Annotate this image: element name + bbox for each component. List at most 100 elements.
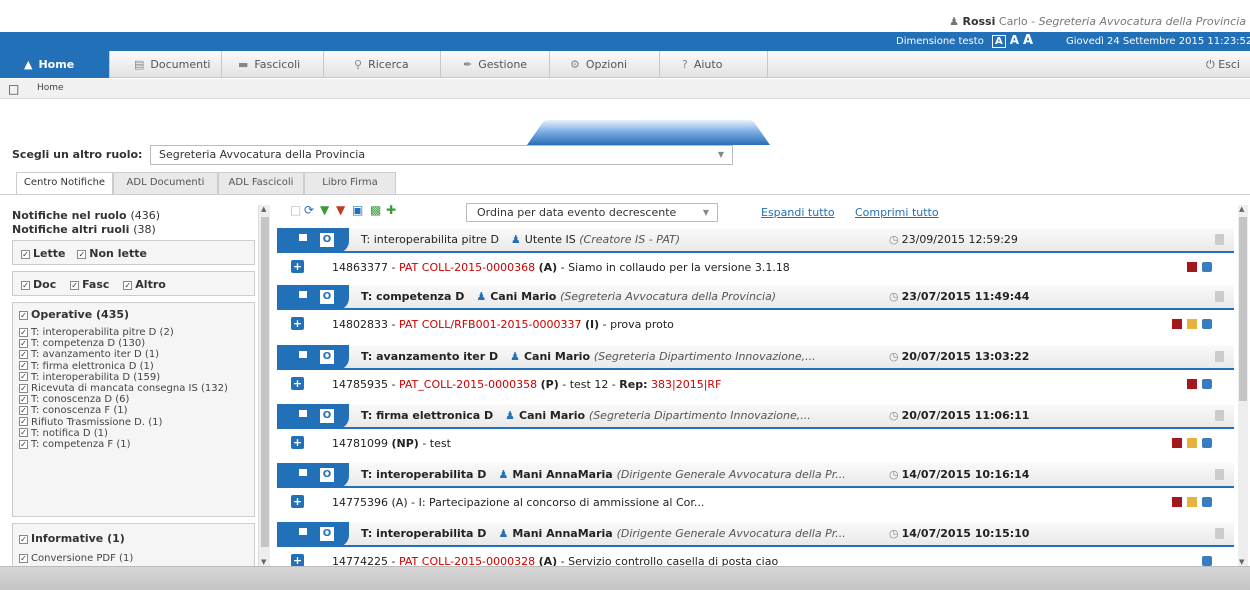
tab-libro-firma[interactable]: Libro Firma — [304, 172, 396, 194]
menu-item-home[interactable]: ▲ Home — [0, 51, 110, 78]
scroll-up-icon[interactable]: ▲ — [1239, 205, 1244, 213]
operative-item[interactable]: ✓ T: conoscenza F (1) — [19, 405, 249, 416]
informative-item[interactable]: ✓ Conversione PDF (1) — [19, 553, 249, 564]
operative-item[interactable]: ✓ T: competenza F (1) — [19, 439, 249, 450]
export-excel-icon[interactable]: ▩ — [370, 203, 384, 217]
select-checkbox[interactable] — [299, 528, 307, 535]
operative-item-checkbox[interactable]: ✓ — [19, 327, 28, 337]
delete-notifications-icon[interactable]: ▣ — [352, 203, 366, 217]
operative-item-checkbox[interactable]: ✓ — [19, 349, 28, 359]
notification-header[interactable]: O T: interoperabilita D ♟ Mani AnnaMaria (… — [277, 522, 1234, 547]
tab-adl-documenti[interactable]: ADL Documenti — [113, 172, 218, 194]
notification-header[interactable]: O T: competenza D ♟ Cani Mario (Segreteria… — [277, 285, 1234, 310]
menu-item-documenti[interactable]: ▤ Documenti — [110, 51, 222, 78]
document-red-icon[interactable] — [1172, 319, 1182, 329]
operative-item[interactable]: ✓ T: avanzamento iter D (1) — [19, 349, 249, 360]
view-document-icon[interactable] — [1202, 556, 1212, 566]
document-yellow-icon[interactable] — [1187, 497, 1197, 507]
document-red-icon[interactable] — [1187, 379, 1197, 389]
scrollbar-thumb[interactable] — [1239, 217, 1247, 401]
operative-item[interactable]: ✓ Rifiuto Trasmissione D. (1) — [19, 417, 249, 428]
operative-item-checkbox[interactable]: ✓ — [19, 361, 28, 371]
informative-checkbox[interactable]: ✓ — [19, 534, 28, 544]
tab-adl-fascicoli[interactable]: ADL Fascicoli — [218, 172, 304, 194]
trash-icon[interactable] — [1215, 528, 1224, 539]
trash-icon[interactable] — [1215, 291, 1224, 302]
other-roles-notifications-count[interactable]: Notifiche altri ruoli (38) — [12, 223, 156, 236]
altro-checkbox[interactable]: ✓ — [123, 280, 133, 290]
operative-item-checkbox[interactable]: ✓ — [19, 394, 28, 404]
text-size-small[interactable]: A — [992, 35, 1006, 48]
view-document-icon[interactable] — [1202, 319, 1212, 329]
select-all-icon[interactable]: □ — [290, 203, 304, 217]
select-checkbox[interactable] — [299, 351, 307, 358]
scroll-up-icon[interactable]: ▲ — [261, 205, 266, 213]
collapse-all-link[interactable]: Comprimi tutto — [855, 206, 939, 219]
operative-checkbox[interactable]: ✓ — [19, 310, 28, 320]
collapse-panel-tab[interactable] — [527, 120, 770, 145]
document-red-icon[interactable] — [1172, 497, 1182, 507]
notification-header[interactable]: O T: interoperabilita D ♟ Mani AnnaMaria (… — [277, 463, 1234, 488]
notification-header[interactable]: O T: firma elettronica D ♟ Cani Mario (Seg… — [277, 404, 1234, 429]
operative-item[interactable]: ✓ T: conoscenza D (6) — [19, 394, 249, 405]
menu-item-opzioni[interactable]: ⚙ Opzioni — [550, 51, 660, 78]
read-checkbox[interactable]: ✓ — [21, 249, 30, 259]
home-breadcrumb-icon[interactable]: □ — [8, 82, 19, 96]
document-red-icon[interactable] — [1172, 438, 1182, 448]
operative-item-checkbox[interactable]: ✓ — [19, 439, 28, 449]
operative-item[interactable]: ✓ T: firma elettronica D (1) — [19, 361, 249, 372]
notification-header[interactable]: O T: avanzamento iter D ♟ Cani Mario (Segr… — [277, 345, 1234, 370]
notification-row[interactable]: + 14781099 (NP) - test — [277, 431, 1234, 455]
operative-item[interactable]: ✓ Ricevuta di mancata consegna IS (132) — [19, 383, 249, 394]
menu-item-ricerca[interactable]: ⚲ Ricerca — [324, 51, 441, 78]
doc-checkbox[interactable]: ✓ — [21, 280, 30, 290]
operative-item-checkbox[interactable]: ✓ — [19, 372, 28, 382]
tab-centro-notifiche[interactable]: Centro Notifiche — [16, 172, 113, 194]
left-scrollbar[interactable]: ▲ ▼ — [258, 205, 270, 566]
operative-item-checkbox[interactable]: ✓ — [19, 383, 28, 393]
notification-row[interactable]: + 14802833 - PAT COLL/RFB001-2015-000033… — [277, 312, 1234, 336]
select-checkbox[interactable] — [299, 291, 307, 298]
expand-all-link[interactable]: Espandi tutto — [761, 206, 835, 219]
operative-item-checkbox[interactable]: ✓ — [19, 338, 28, 348]
operative-item[interactable]: ✓ T: competenza D (130) — [19, 338, 249, 349]
menu-item-fascicoli[interactable]: ▬ Fascicoli — [222, 51, 324, 78]
exit-button[interactable]: ⏻ Esci — [1206, 51, 1240, 78]
trash-icon[interactable] — [1215, 351, 1224, 362]
document-yellow-icon[interactable] — [1187, 438, 1197, 448]
add-icon[interactable]: ✚ — [386, 203, 400, 217]
select-checkbox[interactable] — [299, 234, 307, 241]
role-select[interactable]: Segreteria Avvocatura della Provincia ▼ — [150, 145, 733, 165]
view-document-icon[interactable] — [1202, 262, 1212, 272]
operative-item-checkbox[interactable]: ✓ — [19, 428, 28, 438]
notification-row[interactable]: + 14785935 - PAT_COLL-2015-0000358 (P) -… — [277, 372, 1234, 396]
menu-item-aiuto[interactable]: ? Aiuto — [660, 51, 768, 78]
document-red-icon[interactable] — [1187, 262, 1197, 272]
order-select[interactable]: Ordina per data evento decrescente ▼ — [466, 203, 718, 222]
expand-icon[interactable]: + — [291, 377, 304, 390]
notification-row[interactable]: + 14863377 - PAT COLL-2015-0000368 (A) -… — [277, 255, 1234, 279]
expand-icon[interactable]: + — [291, 317, 304, 330]
select-checkbox[interactable] — [299, 469, 307, 476]
text-size-large[interactable]: A — [1023, 33, 1033, 48]
fasc-checkbox[interactable]: ✓ — [70, 280, 80, 290]
operative-item[interactable]: ✓ T: notifica D (1) — [19, 428, 249, 439]
menu-item-gestione[interactable]: ✒ Gestione — [441, 51, 550, 78]
operative-item[interactable]: ✓ T: interoperabilita D (159) — [19, 372, 249, 383]
notification-row[interactable]: + 14775396 (A) - I: Partecipazione al co… — [277, 490, 1234, 514]
scroll-down-icon[interactable]: ▼ — [261, 558, 266, 566]
filter-icon[interactable]: ▼ — [320, 203, 334, 217]
expand-icon[interactable]: + — [291, 260, 304, 273]
operative-item-checkbox[interactable]: ✓ — [19, 405, 28, 415]
unread-checkbox[interactable]: ✓ — [77, 249, 87, 259]
scroll-down-icon[interactable]: ▼ — [1239, 558, 1244, 566]
breadcrumb-home[interactable]: Home — [37, 83, 64, 93]
role-notifications-count[interactable]: Notifiche nel ruolo (436) — [12, 209, 160, 222]
view-document-icon[interactable] — [1202, 379, 1212, 389]
refresh-icon[interactable]: ⟳ — [304, 203, 318, 217]
notification-row[interactable]: + 14774225 - PAT COLL-2015-0000328 (A) -… — [277, 549, 1234, 566]
scrollbar-thumb[interactable] — [261, 217, 269, 547]
document-yellow-icon[interactable] — [1187, 319, 1197, 329]
operative-item[interactable]: ✓ T: interoperabilita pitre D (2) — [19, 327, 249, 338]
operative-item-checkbox[interactable]: ✓ — [19, 417, 28, 427]
